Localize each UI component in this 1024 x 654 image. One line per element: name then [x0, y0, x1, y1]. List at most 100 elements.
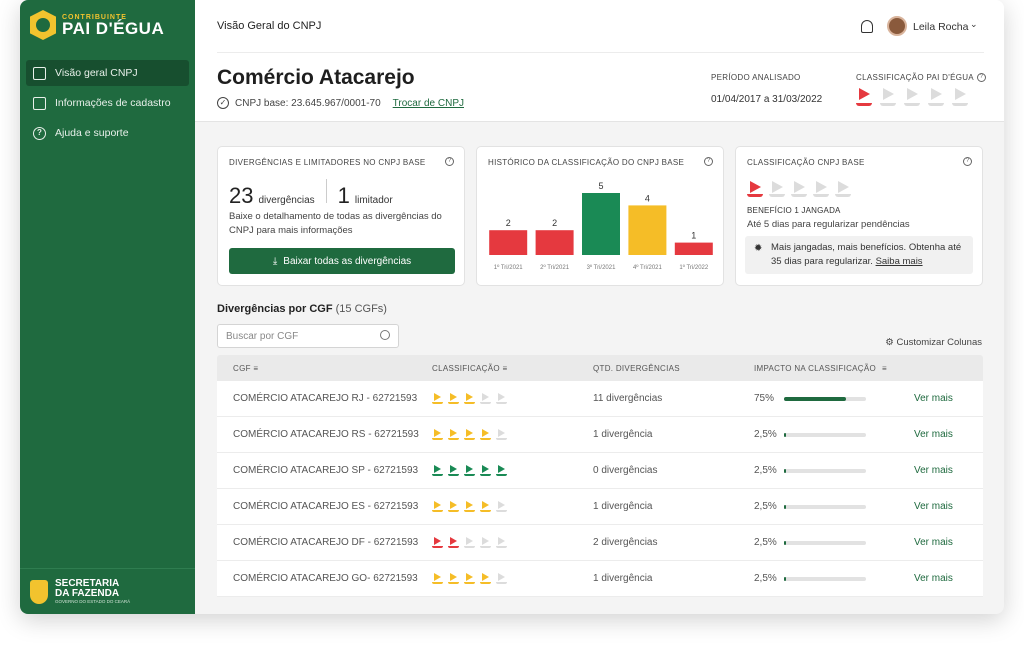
header-classification[interactable]: CLASSIFICAÇÃO ≡: [432, 364, 593, 373]
help-icon[interactable]: ?: [976, 73, 986, 83]
boat-icon: [464, 465, 475, 476]
user-name[interactable]: Leila Rocha: [913, 21, 968, 33]
customize-columns-button[interactable]: ⚙ Customizar Colunas: [885, 337, 982, 348]
chevron-down-icon[interactable]: ⌄: [970, 19, 978, 30]
boat-icon: [835, 181, 851, 197]
table-row[interactable]: COMÉRCIO ATACAREJO RS - 62721593 1 diver…: [217, 417, 983, 453]
search-input[interactable]: Buscar por CGF: [217, 324, 399, 348]
chart-tick-label: 1º Tri/2021: [494, 264, 524, 271]
help-icon[interactable]: ?: [704, 157, 713, 166]
app-window: CONTRIBUINTE PAI D'ÉGUA Visão geral CNPJ…: [20, 0, 1004, 614]
table-row[interactable]: COMÉRCIO ATACAREJO ES - 62721593 1 diver…: [217, 489, 983, 525]
cnpj-info: ✓ CNPJ base: 23.645.967/0001-70 Trocar d…: [217, 97, 464, 109]
boat-icon: [480, 465, 491, 476]
customize-label: Customizar Colunas: [896, 337, 982, 348]
lightbulb-icon: ✹: [754, 243, 763, 254]
boat-icon: [432, 429, 443, 440]
sidebar-item-label: Visão geral CNPJ: [55, 67, 138, 79]
divergence-count: 1 divergência: [593, 573, 653, 584]
boat-icon: [480, 429, 491, 440]
see-more-link[interactable]: Ver mais: [914, 429, 983, 440]
divergence-count: 0 divergências: [593, 465, 658, 476]
cgf-name: COMÉRCIO ATACAREJO DF - 62721593: [233, 537, 419, 548]
sidebar-item-ajuda[interactable]: ? Ajuda e suporte: [26, 120, 189, 146]
main-content: Visão Geral do CNPJ Leila Rocha ⌄ Comérc…: [195, 0, 1004, 614]
boat-icon: [480, 393, 491, 404]
sefaz-logo: SECRETARIA DA FAZENDA GOVERNO DO ESTADO …: [20, 568, 195, 614]
header-label: CGF: [233, 363, 251, 373]
help-icon[interactable]: ?: [445, 157, 454, 166]
table-row[interactable]: COMÉRCIO ATACAREJO GO- 62721593 1 diverg…: [217, 561, 983, 597]
chart-bar: [582, 193, 620, 255]
see-more-link[interactable]: Ver mais: [914, 573, 983, 584]
boat-icon: [448, 465, 459, 476]
filter-icon: ≡: [882, 363, 888, 373]
sidebar-item-label: Informações de cadastro: [55, 97, 171, 109]
download-icon: ⤓: [272, 255, 278, 267]
boat-icon: [464, 573, 475, 584]
boat-icon: [496, 573, 507, 584]
filter-icon: ≡: [253, 363, 259, 373]
card-title: DIVERGÊNCIAS E LIMITADORES NO CNPJ BASE: [229, 158, 426, 167]
card-title: CLASSIFICAÇÃO CNPJ BASE: [747, 158, 865, 167]
sefaz-line3: GOVERNO DO ESTADO DO CEARÁ: [55, 599, 131, 604]
boat-icon: [432, 573, 443, 584]
chart-data-label: 1: [691, 231, 696, 241]
boat-icon: [448, 429, 459, 440]
boat-icon: [464, 393, 475, 404]
filter-icon: ≡: [502, 363, 508, 373]
cnpj-label: CNPJ base: 23.645.967/0001-70: [235, 97, 381, 109]
card-title: HISTÓRICO DA CLASSIFICAÇÃO DO CNPJ BASE: [488, 158, 685, 167]
boat-icon: [448, 393, 459, 404]
search-icon[interactable]: [380, 330, 390, 340]
help-icon[interactable]: ?: [963, 157, 972, 166]
row-rating-boats: [432, 429, 593, 440]
rating-label-text: CLASSIFICAÇÃO PAI D'ÉGUA: [856, 73, 974, 82]
divergence-count: 1 divergência: [593, 429, 653, 440]
divergence-count: 11 divergências: [593, 393, 663, 404]
boat-icon: [880, 88, 898, 106]
benefit-days: Até 5 dias para regularizar pendências: [747, 219, 910, 230]
change-cnpj-link[interactable]: Trocar de CNPJ: [393, 98, 464, 109]
bell-icon[interactable]: [861, 20, 873, 33]
section-title-text: Divergências por CGF: [217, 303, 333, 315]
table-row[interactable]: COMÉRCIO ATACAREJO SP - 62721593 0 diver…: [217, 453, 983, 489]
header-cgf[interactable]: CGF ≡: [217, 364, 432, 373]
avatar[interactable]: [887, 16, 907, 36]
header-label: IMPACTO NA CLASSIFICAÇÃO: [754, 363, 877, 373]
impact-percent: 2,5%: [754, 573, 777, 584]
chart-tick-label: 1º Tri/2022: [679, 264, 709, 271]
chart-tick-label: 3º Tri/2021: [587, 264, 617, 271]
impact-bar: [784, 576, 866, 581]
rating-boats: [856, 88, 970, 106]
table-row[interactable]: COMÉRCIO ATACAREJO DF - 62721593 2 diver…: [217, 525, 983, 561]
breadcrumb: Visão Geral do CNPJ: [217, 20, 322, 32]
sidebar: CONTRIBUINTE PAI D'ÉGUA Visão geral CNPJ…: [20, 0, 195, 614]
see-more-link[interactable]: Ver mais: [914, 465, 983, 476]
boat-icon: [747, 181, 763, 197]
see-more-link[interactable]: Ver mais: [914, 501, 983, 512]
sidebar-item-visao-geral[interactable]: Visão geral CNPJ: [26, 60, 189, 86]
brand-logo[interactable]: CONTRIBUINTE PAI D'ÉGUA: [30, 10, 164, 40]
row-rating-boats: [432, 465, 593, 476]
boat-icon: [496, 465, 507, 476]
boat-icon: [432, 465, 443, 476]
impact-percent: 2,5%: [754, 537, 777, 548]
see-more-link[interactable]: Ver mais: [914, 537, 983, 548]
see-more-link[interactable]: Ver mais: [914, 393, 983, 404]
crest-icon: [30, 579, 48, 604]
chart-bar: [674, 242, 713, 255]
boat-icon: [928, 88, 946, 106]
sidebar-item-cadastro[interactable]: Informações de cadastro: [26, 90, 189, 116]
boat-icon: [464, 501, 475, 512]
chart-data-label: 2: [552, 218, 557, 228]
download-button[interactable]: ⤓ Baixar todas as divergências: [229, 248, 455, 274]
row-rating-boats: [432, 501, 593, 512]
boat-icon: [448, 573, 459, 584]
cgf-name: COMÉRCIO ATACAREJO RJ - 62721593: [233, 393, 418, 404]
impact-bar: [784, 540, 866, 545]
cgf-table: CGF ≡ CLASSIFICAÇÃO ≡ QTD. DIVERGÊNCIAS …: [217, 355, 983, 597]
table-row[interactable]: COMÉRCIO ATACAREJO RJ - 62721593 11 dive…: [217, 381, 983, 417]
learn-more-link[interactable]: Saiba mais: [876, 256, 923, 267]
header-impact[interactable]: IMPACTO NA CLASSIFICAÇÃO ≡: [754, 364, 914, 373]
